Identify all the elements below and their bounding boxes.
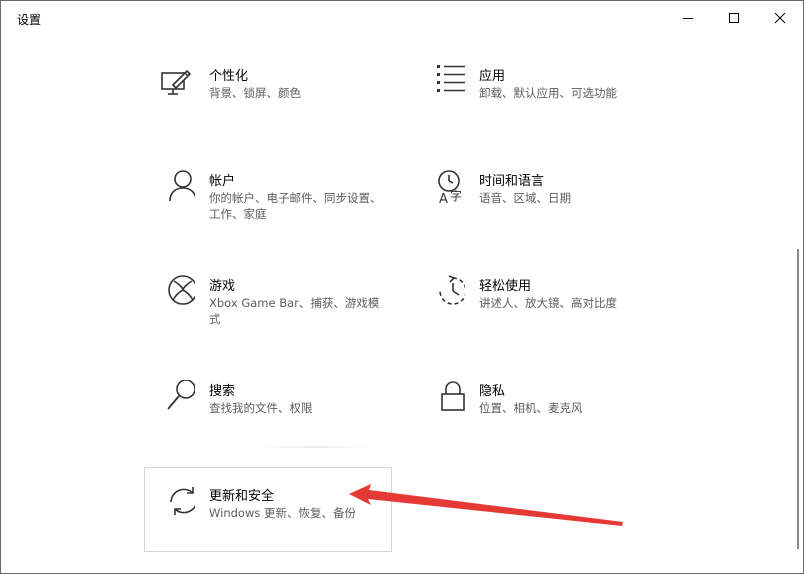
scrollbar[interactable] [797,249,799,549]
annotation-arrow [349,484,623,526]
settings-window: 设置 个性化 背景、锁屏、颜色 应用 卸载、默认应用、可选功能 帐户 你的帐户、… [0,0,804,574]
